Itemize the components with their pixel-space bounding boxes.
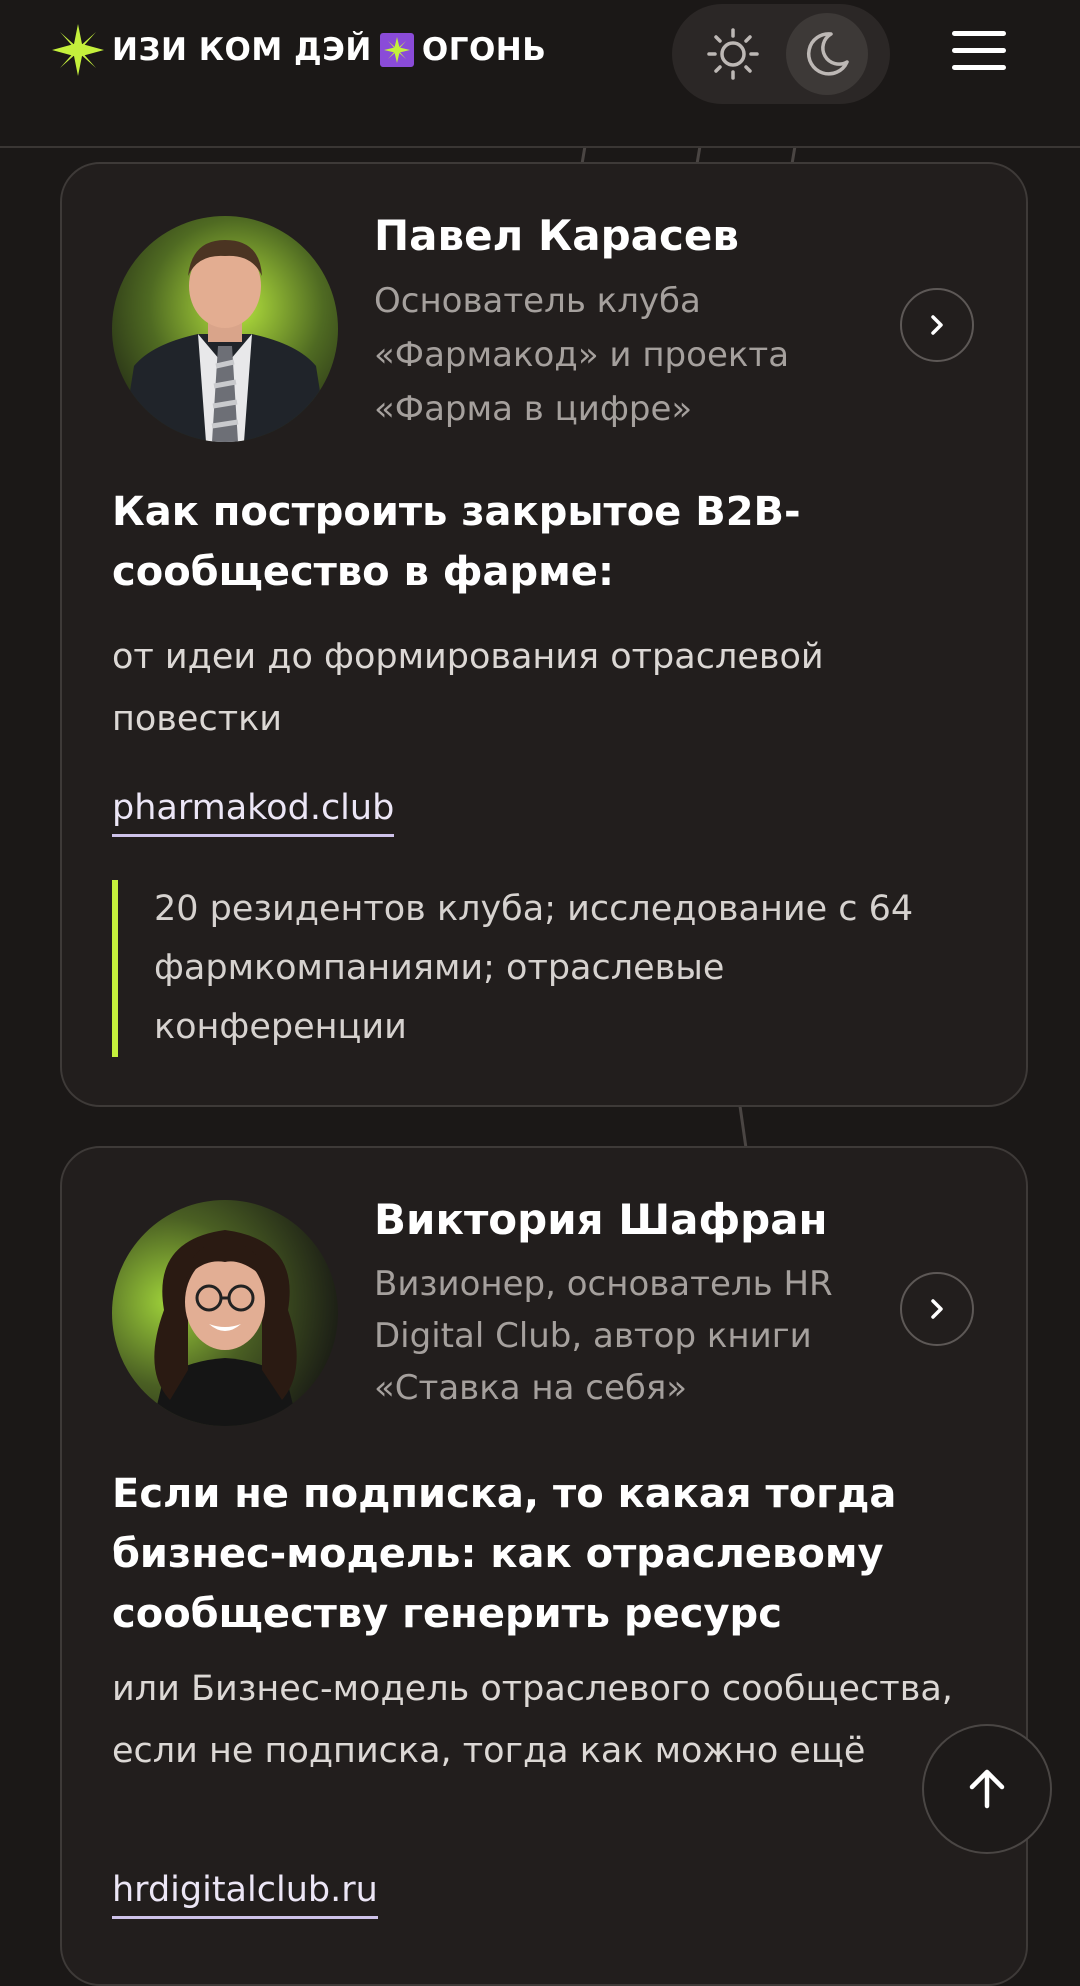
talk-title: Если не подписка, то какая тогда бизнес-… <box>112 1471 897 1637</box>
logo[interactable]: ИЗИ КОМ ДЭЙ ОГОНЬ <box>50 22 546 78</box>
chevron-right-icon <box>931 1299 943 1319</box>
logo-text-left: ИЗИ КОМ ДЭЙ <box>112 32 372 68</box>
speaker-photo <box>112 216 338 442</box>
arrow-up-icon <box>969 1769 1005 1809</box>
moon-icon <box>806 32 849 76</box>
talk-title: Как построить закрытое B2B-сообщество в … <box>112 489 801 595</box>
speaker-card: Павел Карасев Основатель клуба «Фармакод… <box>60 162 1028 1107</box>
hamburger-menu-icon[interactable] <box>952 28 1008 72</box>
logo-text-right: ОГОНЬ <box>421 32 547 68</box>
theme-toggle <box>672 4 890 104</box>
logo-badge-icon <box>379 33 414 67</box>
chevron-right-icon <box>931 315 943 335</box>
scroll-to-top-button[interactable] <box>922 1724 1052 1854</box>
speaker-details-button[interactable] <box>900 1272 974 1346</box>
sun-icon <box>707 28 759 80</box>
speaker-highlight: 20 резидентов клуба; исследование с 64 ф… <box>112 880 952 1057</box>
speaker-name: Виктория Шафран <box>374 1195 828 1244</box>
light-theme-button[interactable] <box>692 13 774 95</box>
speaker-role: Основатель клуба «Фармакод» и проекта «Ф… <box>374 281 790 429</box>
speaker-details-button[interactable] <box>900 288 974 362</box>
speaker-link[interactable]: hrdigitalclub.ru <box>112 1866 378 1919</box>
sparkle-logo-icon <box>52 24 104 76</box>
speaker-photo <box>112 1200 338 1426</box>
dark-theme-button[interactable] <box>786 13 868 95</box>
speaker-link[interactable]: pharmakod.club <box>112 784 395 837</box>
talk-subtitle: от идеи до формирования отраслевой повес… <box>112 637 824 739</box>
talk-subtitle: или Бизнес-модель отраслевого сообщества… <box>112 1669 953 1771</box>
site-header: ИЗИ КОМ ДЭЙ ОГОНЬ <box>0 0 1080 148</box>
speaker-name: Павел Карасев <box>374 211 739 260</box>
speaker-card: Виктория Шафран Визионер, основатель HR … <box>60 1146 1028 1986</box>
speaker-role: Визионер, основатель HR Digital Club, ав… <box>374 1264 833 1408</box>
